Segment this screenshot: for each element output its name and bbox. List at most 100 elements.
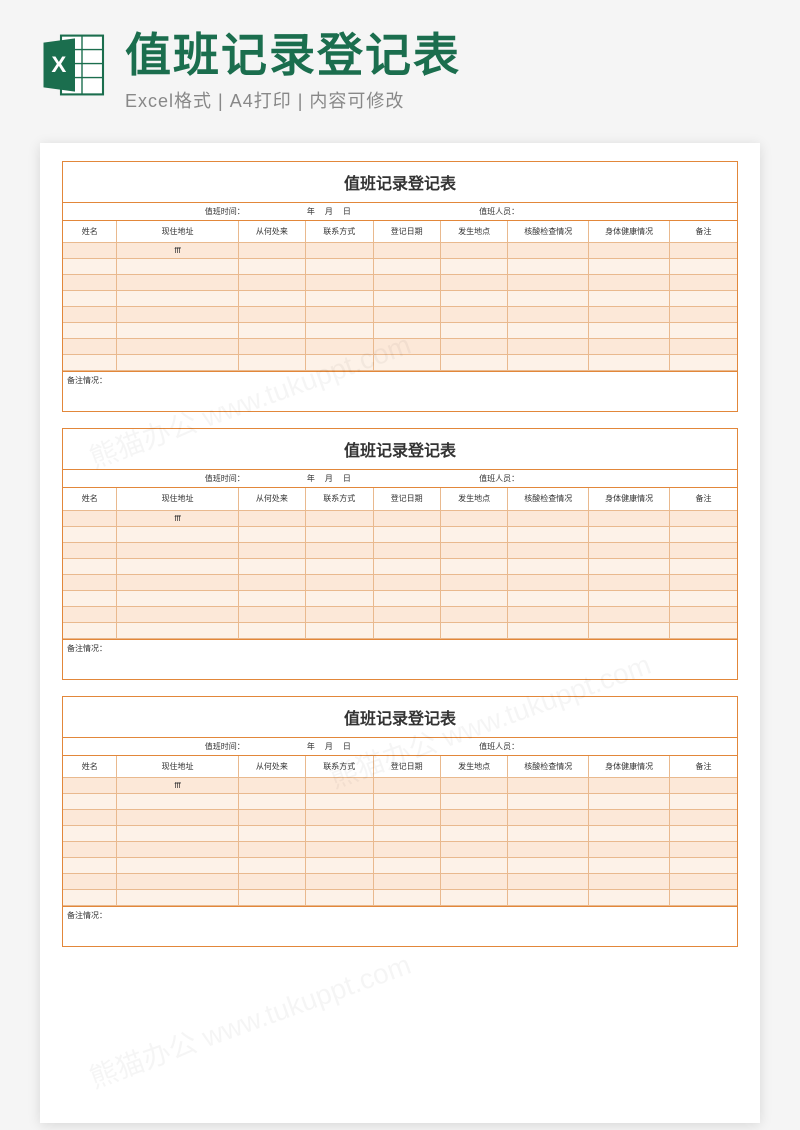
- table-cell: [589, 558, 670, 574]
- table-row: fff: [63, 243, 737, 259]
- table-cell: [373, 606, 440, 622]
- col-addr: 现住地址: [117, 756, 238, 778]
- table-cell: [306, 606, 373, 622]
- table-cell: [238, 275, 305, 291]
- table-row: [63, 526, 737, 542]
- table-cell: [440, 874, 507, 890]
- table-cell: [117, 890, 238, 906]
- notes-row: 备注情况：: [63, 906, 737, 946]
- table-cell: [306, 826, 373, 842]
- table-cell: [373, 810, 440, 826]
- table-cell: [117, 874, 238, 890]
- table-cell: [306, 339, 373, 355]
- table-cell: [238, 243, 305, 259]
- table-cell: [238, 778, 305, 794]
- table-cell: [670, 874, 737, 890]
- table-cell: [63, 842, 117, 858]
- date-row: 值班时间： 年 月 日 值班人员：: [63, 203, 737, 221]
- year-label: 年: [307, 741, 315, 752]
- table-cell: [440, 259, 507, 275]
- table-cell: [117, 526, 238, 542]
- table-cell: [440, 574, 507, 590]
- table-cell: [117, 339, 238, 355]
- table-cell: [373, 323, 440, 339]
- table-row: [63, 606, 737, 622]
- table-cell: [306, 323, 373, 339]
- table-cell: [508, 542, 589, 558]
- table-cell: [373, 526, 440, 542]
- table-row: [63, 794, 737, 810]
- table-cell: [63, 542, 117, 558]
- table-cell: [63, 858, 117, 874]
- day-label: 日: [343, 473, 351, 484]
- notes-row: 备注情况：: [63, 639, 737, 679]
- table-cell: [670, 526, 737, 542]
- table-cell: [63, 890, 117, 906]
- table-cell: [670, 355, 737, 371]
- table-cell: [670, 794, 737, 810]
- table-cell: [117, 291, 238, 307]
- table-cell: [670, 307, 737, 323]
- table-body-2: fff: [63, 510, 737, 638]
- table-cell: [508, 794, 589, 810]
- table-cell: [670, 778, 737, 794]
- table-cell: [238, 794, 305, 810]
- table-cell: [589, 826, 670, 842]
- table-cell: [670, 510, 737, 526]
- table-cell: [440, 890, 507, 906]
- month-label: 月: [325, 206, 333, 217]
- table-cell: [589, 307, 670, 323]
- table-cell: [589, 794, 670, 810]
- form-block: 值班记录登记表 值班时间： 年 月 日 值班人员： 姓名 现住地址 从何处来 联…: [62, 696, 738, 948]
- table-cell: [670, 606, 737, 622]
- table-cell: [440, 842, 507, 858]
- table-cell: [589, 510, 670, 526]
- table-cell: [63, 826, 117, 842]
- table-cell: [117, 558, 238, 574]
- table-cell: [589, 526, 670, 542]
- table-cell: fff: [117, 778, 238, 794]
- staff-label: 值班人员：: [479, 206, 519, 217]
- form-block: 值班记录登记表 值班时间： 年 月 日 值班人员： 姓名 现住地址: [62, 161, 738, 413]
- table-cell: [670, 810, 737, 826]
- table-cell: [589, 606, 670, 622]
- table-cell: [373, 826, 440, 842]
- table-cell: [306, 259, 373, 275]
- table-row: [63, 622, 737, 638]
- table-cell: [306, 622, 373, 638]
- table-cell: [117, 810, 238, 826]
- day-label: 日: [343, 741, 351, 752]
- table-cell: [238, 574, 305, 590]
- table-cell: [238, 606, 305, 622]
- table-row: [63, 259, 737, 275]
- table-cell: [508, 810, 589, 826]
- page-subtitle: Excel格式 | A4打印 | 内容可修改: [125, 87, 760, 113]
- table-cell: [63, 526, 117, 542]
- table-cell: [117, 794, 238, 810]
- table-cell: [508, 778, 589, 794]
- staff-label: 值班人员：: [479, 473, 519, 484]
- table-cell: [117, 606, 238, 622]
- table-cell: [306, 275, 373, 291]
- table-row: [63, 826, 737, 842]
- table-cell: [63, 606, 117, 622]
- table-cell: [117, 622, 238, 638]
- table-cell: [589, 291, 670, 307]
- table-cell: [117, 355, 238, 371]
- table-row: [63, 858, 737, 874]
- form-title: 值班记录登记表: [63, 429, 737, 470]
- table-cell: [589, 874, 670, 890]
- table-cell: [373, 542, 440, 558]
- col-name: 姓名: [63, 221, 117, 243]
- table-cell: [238, 307, 305, 323]
- table-row: [63, 558, 737, 574]
- table-cell: [508, 890, 589, 906]
- year-label: 年: [307, 206, 315, 217]
- table-cell: [440, 794, 507, 810]
- table-cell: [508, 574, 589, 590]
- table-cell: [440, 826, 507, 842]
- col-remark: 备注: [670, 221, 737, 243]
- col-regdate: 登记日期: [373, 756, 440, 778]
- table-cell: [238, 542, 305, 558]
- form-block: 值班记录登记表 值班时间： 年 月 日 值班人员： 姓名 现住地址 从何处来 联…: [62, 428, 738, 680]
